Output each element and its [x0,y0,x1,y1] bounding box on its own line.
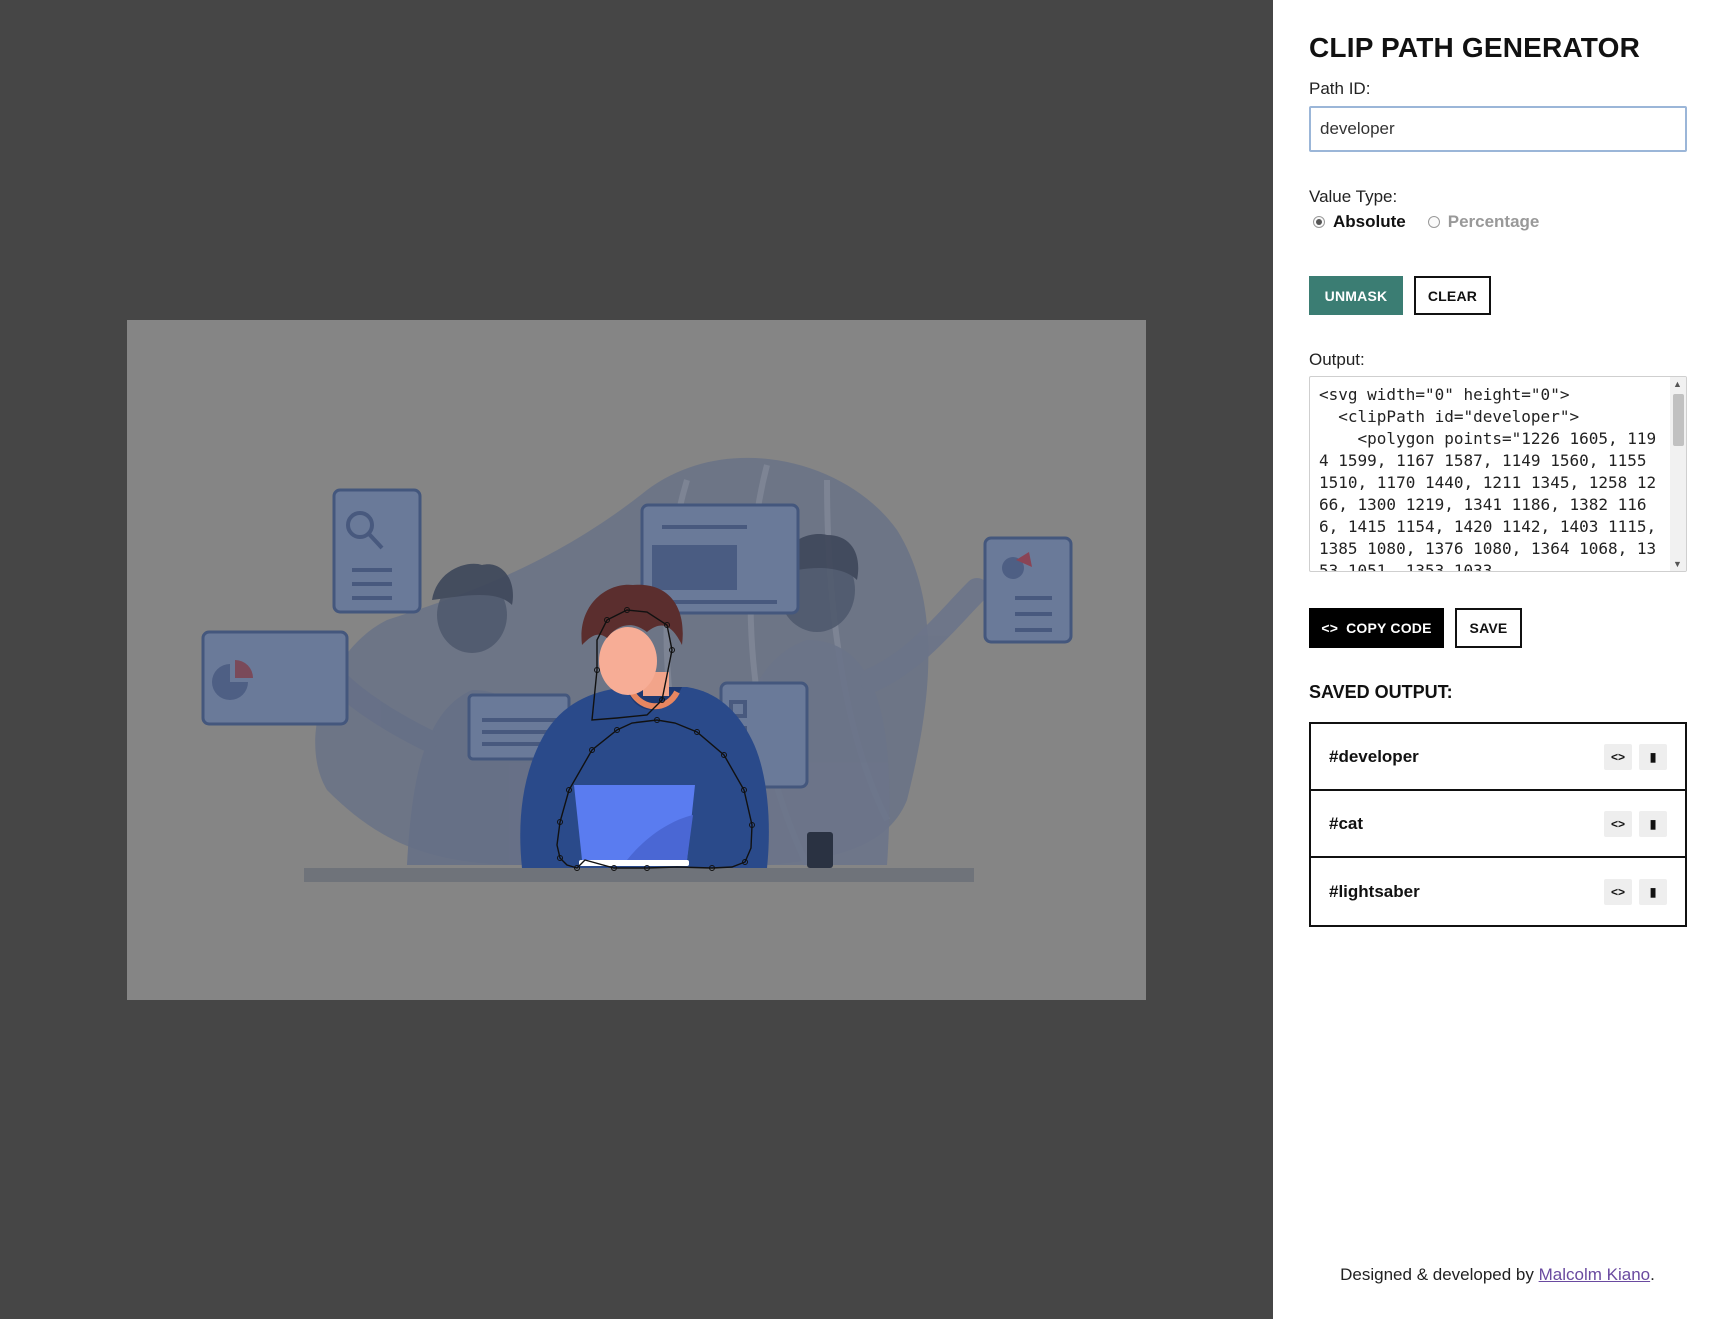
copy-code-label: COPY CODE [1346,620,1432,636]
scroll-down-icon[interactable]: ▼ [1673,559,1682,569]
radio-absolute[interactable]: Absolute [1313,212,1406,232]
output-label: Output: [1309,350,1365,369]
saved-item-name: #developer [1329,746,1419,766]
saved-item-developer[interactable]: #developer <> ▮ [1311,724,1685,791]
output-scrollbar[interactable]: ▲ ▼ [1670,377,1686,571]
clear-button[interactable]: CLEAR [1414,276,1491,315]
code-icon[interactable]: <> [1604,878,1632,905]
page-title: CLIP PATH GENERATOR [1309,32,1641,63]
footer-end: . [1650,1265,1655,1284]
code-icon[interactable]: <> [1604,810,1632,837]
unmask-button[interactable]: UNMASK [1309,276,1403,315]
author-link[interactable]: Malcolm Kiano [1539,1265,1651,1284]
scroll-thumb[interactable] [1673,394,1684,446]
scroll-up-icon[interactable]: ▲ [1673,379,1682,389]
output-textarea[interactable]: <svg width="0" height="0"> <clipPath id=… [1309,376,1687,572]
radio-percentage[interactable]: Percentage [1427,212,1540,232]
radio-absolute-label: Absolute [1333,212,1406,231]
copy-code-button[interactable]: <> COPY CODE [1309,608,1444,648]
save-button[interactable]: SAVE [1455,608,1522,648]
footer-credit: Designed & developed by Malcolm Kiano. [1273,1265,1722,1285]
control-panel: CLIP PATH GENERATOR Path ID: Value Type:… [1273,0,1722,1319]
footer-text: Designed & developed by [1340,1265,1539,1284]
saved-output-heading: SAVED OUTPUT: [1309,682,1453,702]
code-icon: <> [1321,620,1339,636]
path-id-label: Path ID: [1309,79,1371,98]
saved-item-cat[interactable]: #cat <> ▮ [1311,791,1685,858]
path-id-input[interactable] [1309,106,1687,152]
trash-icon[interactable]: ▮ [1639,810,1667,837]
value-type-label: Value Type: [1309,187,1398,206]
saved-item-lightsaber[interactable]: #lightsaber <> ▮ [1311,858,1685,925]
code-icon[interactable]: <> [1604,743,1632,770]
trash-icon[interactable]: ▮ [1639,743,1667,770]
desk [304,868,974,882]
saved-item-name: #lightsaber [1329,881,1420,901]
saved-output-list: #developer <> ▮ #cat <> ▮ #lightsaber <>… [1309,722,1687,927]
mug [807,832,833,868]
radio-absolute-indicator [1313,216,1325,228]
saved-item-name: #cat [1329,813,1364,833]
canvas-area [0,0,1273,1319]
source-illustration[interactable] [127,320,1146,1000]
trash-icon[interactable]: ▮ [1639,878,1667,905]
radio-percentage-label: Percentage [1447,212,1540,231]
radio-percentage-indicator [1427,216,1440,228]
value-type-radio-group: Absolute Percentage [1313,212,1561,232]
output-code: <svg width="0" height="0"> <clipPath id=… [1319,385,1657,572]
